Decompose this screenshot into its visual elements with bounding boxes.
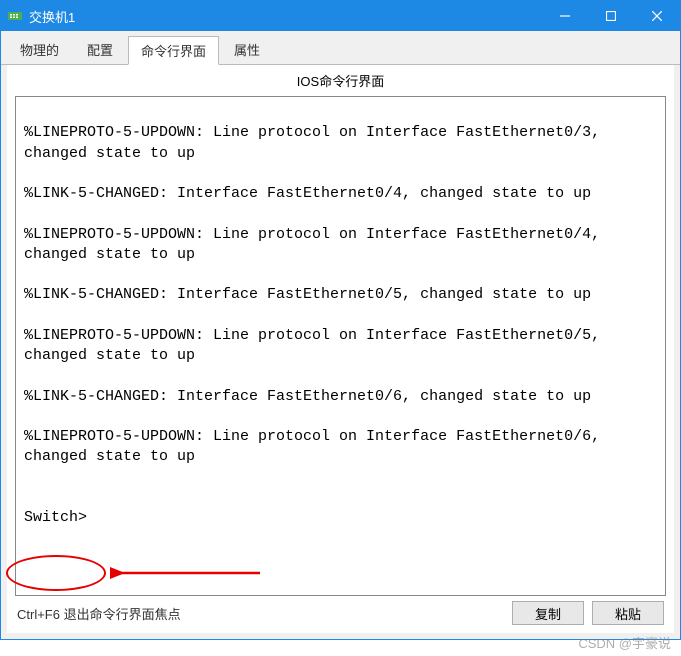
tab-bar: 物理的 配置 命令行界面 属性 (1, 31, 680, 65)
close-button[interactable] (634, 1, 680, 31)
app-icon (7, 8, 23, 24)
minimize-icon (560, 11, 570, 21)
cli-panel: IOS命令行界面 %LINEPROTO-5-UPDOWN: Line proto… (7, 65, 674, 633)
tab-cli[interactable]: 命令行界面 (128, 36, 219, 65)
maximize-button[interactable] (588, 1, 634, 31)
focus-hint: Ctrl+F6 退出命令行界面焦点 (17, 604, 504, 623)
cli-terminal[interactable]: %LINEPROTO-5-UPDOWN: Line protocol on In… (15, 96, 666, 596)
minimize-button[interactable] (542, 1, 588, 31)
tab-physical[interactable]: 物理的 (7, 35, 72, 64)
titlebar[interactable]: 交换机1 (1, 1, 680, 31)
panel-title: IOS命令行界面 (7, 65, 674, 96)
close-icon (652, 11, 662, 21)
window-title: 交换机1 (29, 7, 542, 26)
paste-button[interactable]: 粘贴 (592, 601, 664, 625)
window-controls (542, 1, 680, 31)
copy-button[interactable]: 复制 (512, 601, 584, 625)
tab-attributes[interactable]: 属性 (221, 35, 273, 64)
app-window: 交换机1 物理的 配置 命令行界面 属性 IOS命令行界面 %LINEPROTO… (0, 0, 681, 640)
maximize-icon (606, 11, 616, 21)
tab-config[interactable]: 配置 (74, 35, 126, 64)
bottom-bar: Ctrl+F6 退出命令行界面焦点 复制 粘贴 (7, 596, 674, 633)
